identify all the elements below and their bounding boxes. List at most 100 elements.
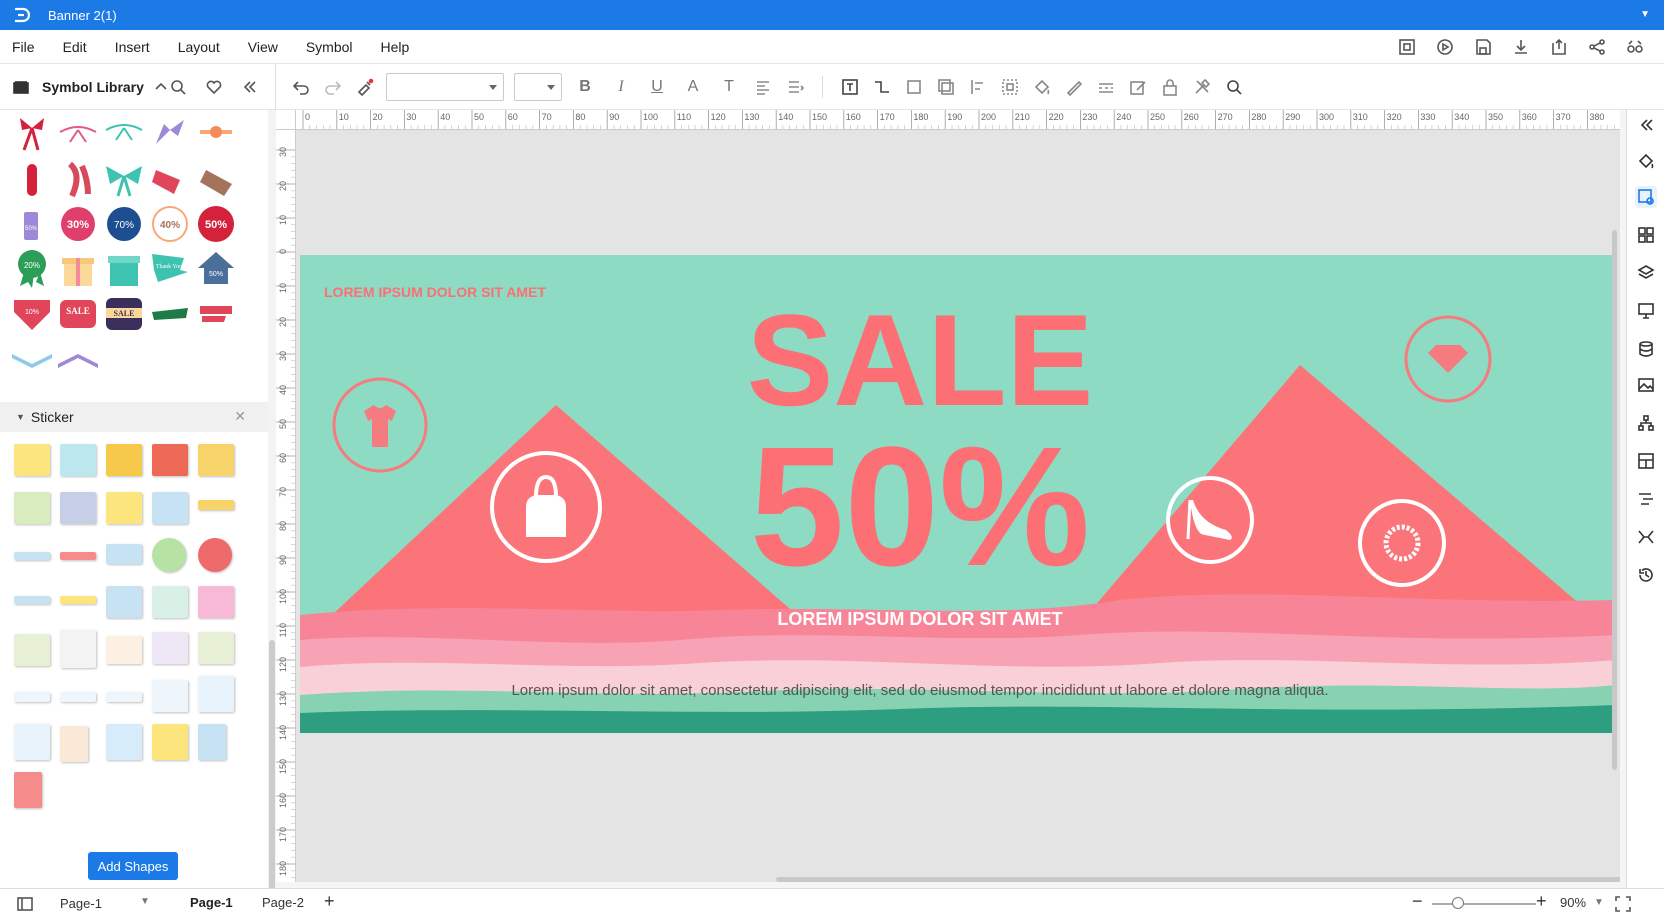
favorite-heart-icon[interactable] (203, 76, 225, 98)
sticker-note[interactable] (198, 500, 234, 510)
green-seal-symbol[interactable]: 20% (12, 248, 52, 288)
zoom-level[interactable]: 90% (1560, 895, 1586, 910)
shadow-icon[interactable] (935, 76, 957, 98)
pink-ribbon-symbol[interactable] (58, 114, 98, 154)
page-panel-toggle-icon[interactable] (14, 893, 36, 915)
layout-icon[interactable] (1635, 450, 1657, 472)
sticker-label[interactable] (14, 692, 50, 702)
database-icon[interactable] (1635, 338, 1657, 360)
fill-bucket-icon[interactable] (1031, 76, 1053, 98)
page-selector[interactable]: Page-1 (60, 896, 102, 911)
history-icon[interactable] (1635, 564, 1657, 586)
blue-chevron-symbol[interactable] (12, 340, 52, 380)
group-icon[interactable] (999, 76, 1021, 98)
menu-insert[interactable]: Insert (101, 39, 164, 55)
pen-icon[interactable] (1063, 76, 1085, 98)
thank-you-banner-symbol[interactable]: Thank You! (150, 248, 190, 288)
shape-properties-icon[interactable] (1635, 186, 1657, 208)
sticker-note[interactable] (106, 544, 142, 564)
page-selector-chevron-down-icon[interactable]: ▼ (140, 896, 150, 907)
badge-30-symbol[interactable]: 30% (58, 204, 98, 244)
collaborate-icon[interactable] (1624, 36, 1646, 58)
tab-page-2[interactable]: Page-2 (262, 895, 304, 910)
down-arrow-symbol[interactable]: 10% (12, 294, 52, 334)
sticker-label[interactable] (60, 692, 96, 702)
sticker-note[interactable] (152, 632, 188, 664)
zoom-chevron-down-icon[interactable]: ▼ (1594, 897, 1604, 908)
library-scrollbar-thumb[interactable] (269, 640, 275, 890)
orange-bow-symbol[interactable] (196, 114, 236, 154)
edit-shape-icon[interactable] (1127, 76, 1149, 98)
image-icon[interactable] (1635, 374, 1657, 396)
window-menu-chevron-down-icon[interactable]: ▼ (1640, 9, 1650, 20)
text-style-icon[interactable]: T (716, 74, 742, 100)
layers-icon[interactable] (1635, 262, 1657, 284)
teal-ribbon-symbol[interactable] (104, 114, 144, 154)
sale-tag-red-symbol[interactable]: SALE (58, 294, 98, 334)
canvas-vertical-scrollbar[interactable] (1612, 230, 1617, 770)
share-icon[interactable] (1586, 36, 1608, 58)
zoom-out-button[interactable]: − (1412, 891, 1423, 912)
find-icon[interactable] (1223, 76, 1245, 98)
sticker-note[interactable] (198, 444, 234, 476)
sticker-circle[interactable] (152, 538, 186, 572)
font-family-select[interactable] (386, 72, 504, 101)
teal-gift-box-symbol[interactable] (104, 248, 144, 288)
align-objects-icon[interactable] (967, 76, 989, 98)
line-style-icon[interactable] (1095, 76, 1117, 98)
brown-price-tag-symbol[interactable] (196, 160, 236, 200)
sticker-note[interactable] (60, 444, 96, 476)
red-cylinder-tag-symbol[interactable] (12, 160, 52, 200)
teal-bow-symbol[interactable] (104, 160, 144, 200)
canvas-horizontal-scrollbar[interactable] (776, 877, 1620, 882)
grid-icon[interactable] (1635, 224, 1657, 246)
font-color-icon[interactable]: A (680, 74, 706, 100)
menu-view[interactable]: View (234, 39, 292, 55)
sticker-note[interactable] (152, 680, 188, 712)
sticker-note[interactable] (152, 586, 188, 618)
zoom-slider-track[interactable] (1432, 903, 1536, 905)
connector-icon[interactable] (871, 76, 893, 98)
collapse-panel-icon[interactable] (239, 76, 261, 98)
red-banner-symbol[interactable] (196, 294, 236, 334)
format-painter-icon[interactable] (354, 76, 376, 98)
green-banner-symbol[interactable] (150, 294, 190, 334)
sticker-note[interactable] (198, 632, 234, 664)
fill-icon[interactable] (1635, 150, 1657, 172)
red-bow-symbol[interactable] (12, 114, 52, 154)
sticker-note[interactable] (152, 724, 188, 760)
sticker-note[interactable] (106, 444, 142, 476)
gantt-icon[interactable] (1635, 488, 1657, 510)
menu-layout[interactable]: Layout (164, 39, 234, 55)
menu-edit[interactable]: Edit (49, 39, 101, 55)
font-size-select[interactable] (514, 72, 562, 101)
sale-tag-navy-symbol[interactable]: SALE (104, 294, 144, 334)
sticker-section-header[interactable]: ▼ Sticker ✕ (0, 402, 268, 432)
gift-box-symbol[interactable] (58, 248, 98, 288)
menu-file[interactable]: File (0, 39, 49, 55)
sticker-note[interactable] (106, 724, 142, 760)
sticker-note[interactable] (14, 444, 50, 476)
badge-50-symbol[interactable]: 50% (196, 204, 236, 244)
sticker-label[interactable] (60, 552, 96, 560)
sticker-note[interactable] (60, 492, 96, 524)
sticker-note[interactable] (106, 636, 142, 664)
sticker-note[interactable] (60, 630, 96, 668)
sticker-note[interactable] (14, 634, 50, 666)
fit-screen-icon[interactable] (1396, 36, 1418, 58)
align-icon[interactable] (752, 76, 774, 98)
fullscreen-icon[interactable] (1612, 893, 1634, 915)
close-section-icon[interactable]: ✕ (234, 408, 246, 425)
sticker-note[interactable] (152, 492, 188, 524)
sticker-label[interactable] (14, 596, 50, 604)
expand-panel-icon[interactable] (1635, 114, 1657, 136)
sticker-note[interactable] (198, 676, 234, 712)
badge-40-symbol[interactable]: 40% (150, 204, 190, 244)
undo-icon[interactable] (290, 76, 312, 98)
sticker-note[interactable] (152, 444, 188, 476)
search-icon[interactable] (167, 76, 189, 98)
library-scrollbar[interactable] (268, 110, 276, 890)
save-icon[interactable] (1472, 36, 1494, 58)
mind-map-icon[interactable] (1635, 526, 1657, 548)
sticker-note[interactable] (106, 492, 142, 524)
